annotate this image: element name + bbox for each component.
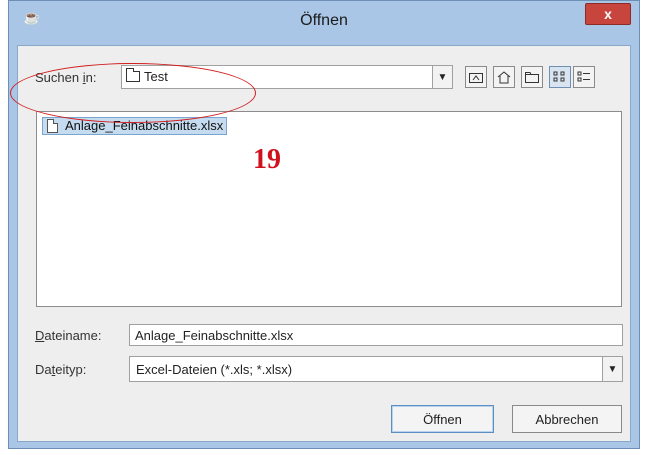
filetype-label: Dateityp: <box>35 362 87 377</box>
home-icon <box>497 70 511 83</box>
chevron-down-icon[interactable]: ▼ <box>432 66 452 88</box>
dialog-title: Öffnen <box>300 12 348 29</box>
details-view-button[interactable] <box>573 66 595 88</box>
title-bar[interactable]: ☕ Öffnen x <box>9 1 639 45</box>
highlight-circle <box>10 63 256 123</box>
details-view-icon <box>577 71 590 82</box>
close-icon: x <box>604 6 612 22</box>
filename-label: Dateiname: <box>35 328 102 343</box>
home-button[interactable] <box>493 66 515 88</box>
cancel-button[interactable]: Abbrechen <box>512 405 622 433</box>
list-view-button[interactable] <box>549 66 571 88</box>
close-button[interactable]: x <box>585 3 631 25</box>
open-button[interactable]: Öffnen <box>391 405 494 433</box>
up-one-level-button[interactable] <box>465 66 487 88</box>
up-one-level-icon <box>469 73 483 83</box>
document-icon <box>47 119 58 133</box>
file-list[interactable]: Anlage_Feinabschnitte.xlsx <box>36 111 622 307</box>
chevron-down-icon[interactable]: ▼ <box>602 357 622 381</box>
new-folder-button[interactable] <box>521 66 543 88</box>
step-number-annotation: 19 <box>253 144 281 175</box>
filename-input[interactable] <box>129 324 623 346</box>
list-view-icon <box>553 71 565 82</box>
new-folder-icon <box>525 72 539 83</box>
filetype-combobox[interactable]: Excel-Dateien (*.xls; *.xlsx) ▼ <box>129 356 623 382</box>
filetype-value: Excel-Dateien (*.xls; *.xlsx) <box>136 362 293 377</box>
